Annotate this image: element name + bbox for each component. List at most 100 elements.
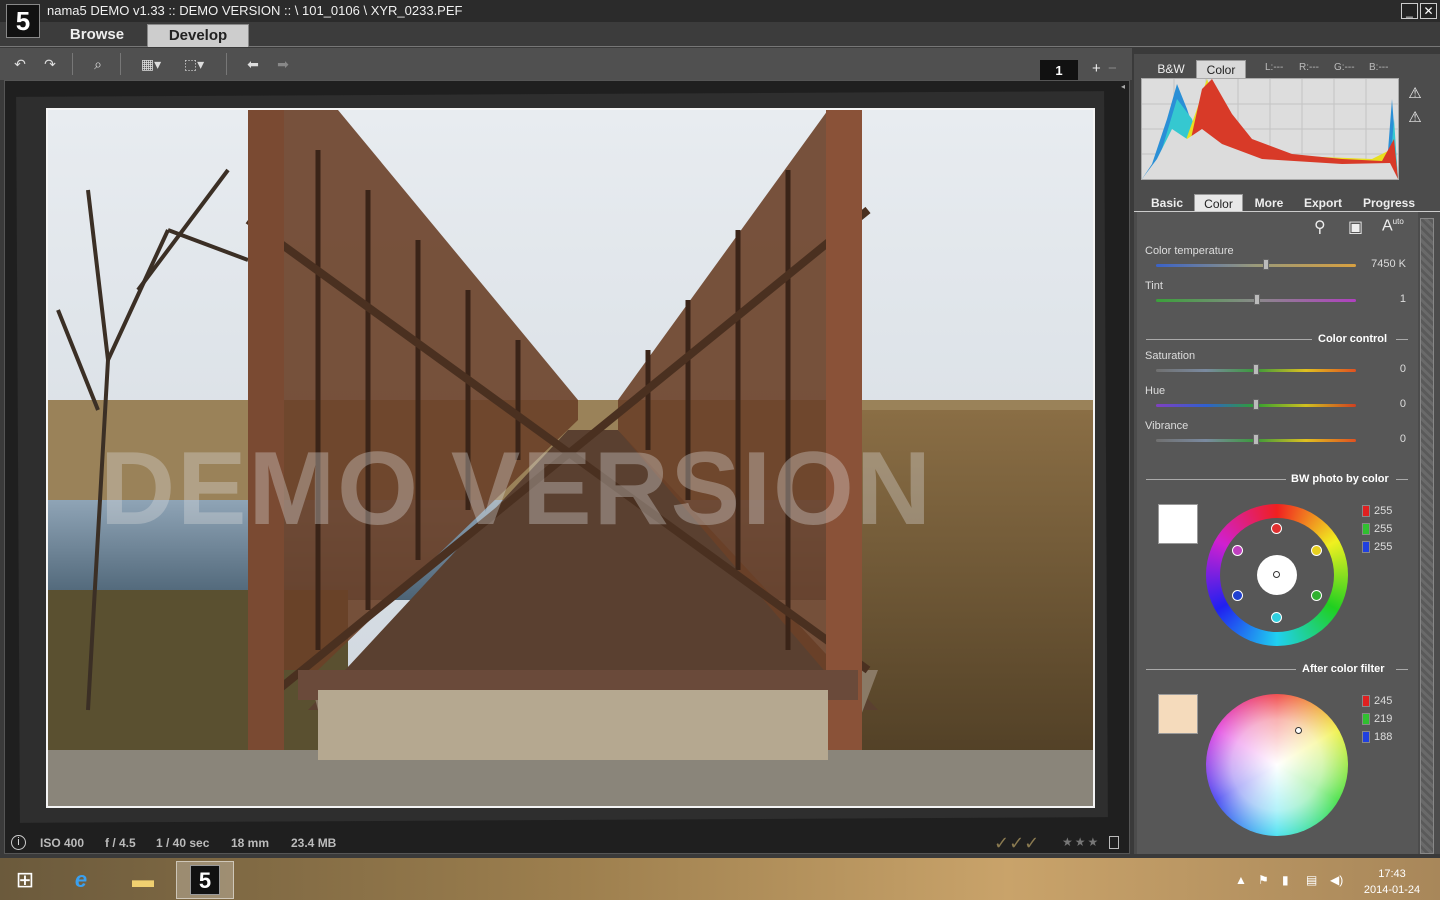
histogram: [1141, 78, 1399, 180]
clock-date: 2014-01-24: [1363, 884, 1421, 896]
rating-stars[interactable]: ★★★: [1062, 835, 1100, 849]
after-g-value: 219: [1374, 713, 1393, 725]
after-filter-marker[interactable]: [1295, 727, 1302, 734]
after-filter-wheel[interactable]: [1206, 694, 1348, 836]
undo-button[interactable]: ⬅: [242, 54, 264, 74]
close-icon: ✕: [1423, 4, 1434, 18]
toolbar-divider: [72, 53, 73, 75]
info-icon[interactable]: i: [11, 835, 26, 850]
wheel-hub-marker: [1273, 571, 1280, 578]
shadow-warning-icon[interactable]: ⚠: [1405, 108, 1425, 126]
volume-icon[interactable]: ◀): [1330, 873, 1343, 887]
bw-color-wheel[interactable]: [1206, 504, 1348, 646]
color-temperature-label: Color temperature: [1145, 245, 1234, 257]
bw-by-color-title: BW photo by color: [1291, 473, 1389, 485]
after-filter-swatch[interactable]: [1158, 694, 1198, 734]
eyedropper-icon[interactable]: ⚲: [1314, 217, 1326, 237]
section-divider: [1146, 669, 1296, 670]
saturation-thumb[interactable]: [1253, 364, 1259, 375]
histogram-readout-r: R:---: [1299, 62, 1319, 73]
internet-explorer-icon: e: [74, 867, 88, 892]
note-icon[interactable]: [1109, 836, 1119, 849]
color-temperature-slider[interactable]: [1156, 264, 1356, 267]
clock[interactable]: 17:43 2014-01-24: [1356, 866, 1428, 898]
panel-scrollbar[interactable]: [1420, 218, 1434, 854]
power-icon[interactable]: ▮: [1282, 873, 1289, 887]
bw-g-value: 255: [1374, 523, 1393, 535]
tab-develop[interactable]: Develop: [147, 24, 249, 47]
section-divider: [1146, 339, 1312, 340]
bw-color-swatch[interactable]: [1158, 504, 1198, 544]
auto-label: A: [1382, 217, 1393, 235]
zoom-out-button[interactable]: −: [1108, 60, 1117, 77]
minimize-icon: _: [1406, 4, 1413, 18]
app-logo: 5: [6, 4, 40, 38]
action-center-icon[interactable]: ⚑: [1258, 873, 1269, 887]
explorer-button[interactable]: ▬: [114, 861, 172, 899]
grid-icon: ▦▾: [140, 56, 162, 72]
tab-browse[interactable]: Browse: [52, 24, 142, 47]
histogram-readout-g: G:---: [1334, 62, 1355, 73]
red-handle[interactable]: [1271, 523, 1282, 534]
rotate-left-button[interactable]: ↶: [9, 54, 31, 74]
green-chip: [1362, 523, 1370, 535]
clock-time: 17:43: [1378, 868, 1406, 880]
tab-basic[interactable]: Basic: [1146, 194, 1188, 212]
page-number: 1: [1040, 60, 1078, 81]
cyan-handle[interactable]: [1271, 612, 1282, 623]
rotate-right-button[interactable]: ↷: [39, 54, 61, 74]
panel-collapse-handle[interactable]: ◂: [1121, 82, 1125, 91]
highlight-warning-icon[interactable]: ⚠: [1405, 84, 1425, 102]
network-icon[interactable]: ▤: [1306, 873, 1317, 887]
redo-button[interactable]: ➡: [272, 54, 294, 74]
nama5-taskbar-button[interactable]: 5: [176, 861, 234, 899]
grid-button[interactable]: ▦▾: [136, 54, 166, 74]
histogram-tab-bw[interactable]: B&W: [1150, 60, 1192, 79]
aperture-value: f / 4.5: [105, 836, 136, 850]
zoom-icon: ⌕: [94, 56, 102, 72]
magenta-handle[interactable]: [1232, 545, 1243, 556]
redo-icon: ➡: [277, 56, 289, 72]
green-handle[interactable]: [1311, 590, 1322, 601]
section-divider: [1396, 669, 1408, 670]
close-button[interactable]: ✕: [1420, 3, 1437, 19]
hue-thumb[interactable]: [1253, 399, 1259, 410]
saturation-label: Saturation: [1145, 350, 1196, 362]
blue-chip: [1362, 541, 1370, 553]
minimize-button[interactable]: _: [1401, 3, 1418, 19]
crop-rotate-icon: ⬚▾: [183, 56, 205, 72]
tab-progress[interactable]: Progress: [1360, 194, 1418, 212]
start-button[interactable]: ⊞: [0, 861, 50, 899]
hue-label: Hue: [1145, 385, 1166, 397]
histogram-readout-b: B:---: [1369, 62, 1389, 73]
yellow-handle[interactable]: [1311, 545, 1322, 556]
tint-thumb[interactable]: [1254, 294, 1260, 305]
tab-export[interactable]: Export: [1300, 194, 1346, 212]
tab-color[interactable]: Color: [1194, 194, 1243, 212]
after-filter-title: After color filter: [1302, 663, 1385, 675]
blue-handle[interactable]: [1232, 590, 1243, 601]
color-temperature-thumb[interactable]: [1263, 259, 1269, 270]
demo-watermark: DEMO VERSION: [100, 431, 933, 547]
zoom-in-button[interactable]: +: [1092, 60, 1101, 77]
ie-button[interactable]: e: [52, 861, 110, 899]
file-size-value: 23.4 MB: [291, 836, 337, 850]
show-hidden-icons[interactable]: ▲: [1235, 873, 1247, 887]
histogram-tab-color[interactable]: Color: [1196, 60, 1246, 79]
zoom-button[interactable]: ⌕: [87, 54, 109, 74]
rotate-left-icon: ↶: [14, 56, 26, 72]
histogram-graph: [1142, 79, 1398, 179]
focal-length-value: 18 mm: [231, 836, 270, 850]
camera-icon[interactable]: ▣: [1348, 217, 1363, 237]
tint-label: Tint: [1145, 280, 1163, 292]
tab-more[interactable]: More: [1250, 194, 1288, 212]
toolbar-divider: [120, 53, 121, 75]
auto-button[interactable]: Auto: [1382, 217, 1404, 235]
windows-logo-icon: ⊞: [15, 867, 35, 892]
rating-checks[interactable]: ✓✓✓: [994, 833, 1039, 854]
vibrance-thumb[interactable]: [1253, 434, 1259, 445]
crop-rotate-button[interactable]: ⬚▾: [178, 54, 210, 74]
after-r-value: 245: [1374, 695, 1393, 707]
folder-icon: ▬: [132, 867, 154, 892]
window-title: nama5 DEMO v1.33 :: DEMO VERSION :: \ 10…: [47, 3, 463, 18]
